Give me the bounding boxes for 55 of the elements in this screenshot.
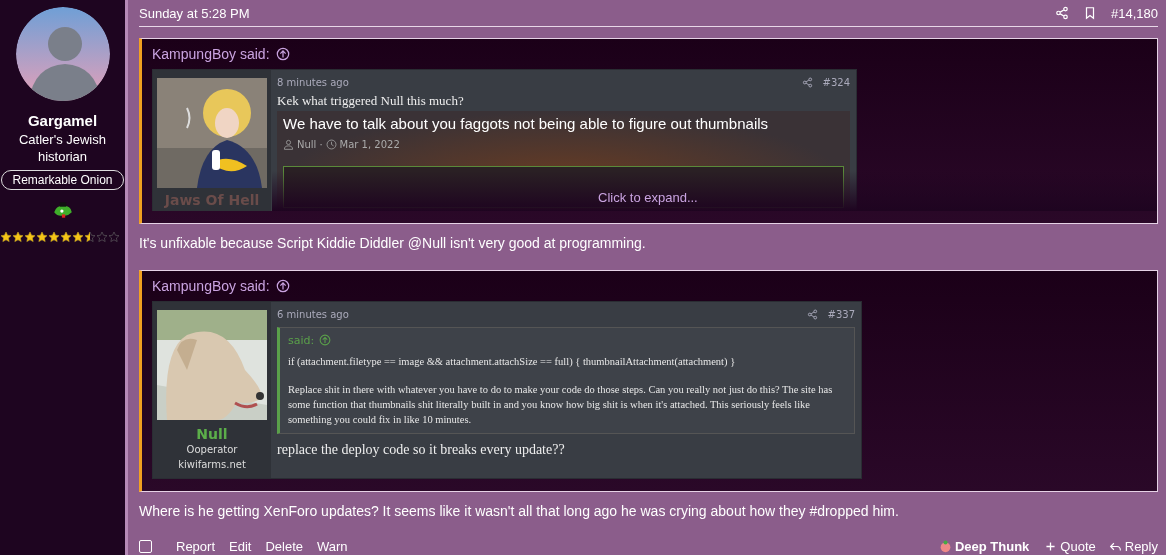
quote-paragraph: if (attachment.filetype == image && attachment.attachSize == full) { thumbnailAttachment(attachment) }	[288, 355, 737, 369]
share-icon[interactable]	[801, 76, 813, 88]
star-icon	[96, 231, 108, 243]
star-icon	[84, 231, 96, 243]
plus-icon	[1044, 540, 1058, 553]
embed-user-site: kiwifarms.net	[178, 458, 246, 472]
reply-link[interactable]: Reply	[1124, 539, 1158, 554]
thread-author[interactable]: Null	[297, 139, 317, 150]
action-link[interactable]: Edit	[229, 539, 252, 554]
star-icon	[12, 231, 24, 243]
post-text: It's unfixable because Script Kiddie Diddler @Null isn't very good at programming.	[139, 235, 647, 251]
reply-icon	[1108, 540, 1122, 553]
quote-attribution[interactable]: said:	[288, 333, 315, 347]
separator: ·	[319, 139, 323, 150]
username[interactable]: Gargamel	[27, 112, 98, 129]
clock-icon	[325, 139, 337, 150]
reaction-icon	[938, 540, 952, 553]
post-date[interactable]: Sunday at 5:28 PM	[139, 5, 250, 21]
star-icon	[48, 231, 60, 243]
quote-link[interactable]: Quote	[1060, 539, 1096, 554]
thread-date: Mar 1, 2022	[339, 139, 400, 150]
embed-username[interactable]: Null	[196, 426, 228, 442]
star-icon	[108, 231, 120, 243]
thread-title[interactable]: We have to talk about you faggots not being able to figure out thumbnails	[283, 115, 844, 132]
user-title: Catler's Jewish historian	[18, 131, 107, 165]
embed-message: Kek what triggered Null this much?	[277, 93, 465, 109]
action-link[interactable]: Delete	[265, 539, 303, 554]
share-icon[interactable]	[806, 308, 818, 320]
embed-time: 8 minutes ago	[277, 76, 349, 88]
expand-link[interactable]: Click to expand...	[598, 190, 698, 205]
star-icon	[36, 231, 48, 243]
user-icon	[283, 139, 294, 150]
post-number[interactable]: #14,180	[1111, 5, 1158, 21]
arrow-up-icon[interactable]	[275, 47, 290, 61]
quote-attribution[interactable]: KampungBoy said:	[152, 46, 270, 62]
quote-attribution[interactable]: KampungBoy said:	[152, 278, 270, 294]
star-icon	[0, 231, 12, 243]
embed-post-number[interactable]: #337	[827, 308, 855, 320]
embed-post-number[interactable]: #324	[822, 76, 850, 88]
post-text: Where is he getting XenForo updates? It seems like it wasn't all that long ago he was crying about how they #dropped him.	[139, 503, 900, 519]
action-link[interactable]: Warn	[317, 539, 348, 554]
star-icon	[72, 231, 84, 243]
embed-message: replace the deploy code so it breaks every update??	[277, 442, 566, 458]
select-checkbox[interactable]	[139, 540, 152, 553]
star-icon	[60, 231, 72, 243]
bookmark-icon[interactable]	[1083, 6, 1097, 20]
embed-time: 6 minutes ago	[277, 308, 349, 320]
arrow-up-icon[interactable]	[275, 279, 290, 293]
embed-user-title: Ooperator	[186, 443, 238, 457]
star-icon	[24, 231, 36, 243]
action-link[interactable]: Report	[176, 539, 216, 554]
share-icon[interactable]	[1055, 6, 1069, 20]
avatar[interactable]	[14, 6, 111, 102]
quote-paragraph: Replace shit in there with whatever you have to do to make your code do those steps. Can you really not just do this? The site has some function that thumbnails shit literally built in and you know how big shit is when it's attached. This seriously feels like something you could fix in like 10 minutes.	[288, 383, 834, 427]
reaction-label[interactable]: Deep Thunk	[954, 539, 1030, 554]
